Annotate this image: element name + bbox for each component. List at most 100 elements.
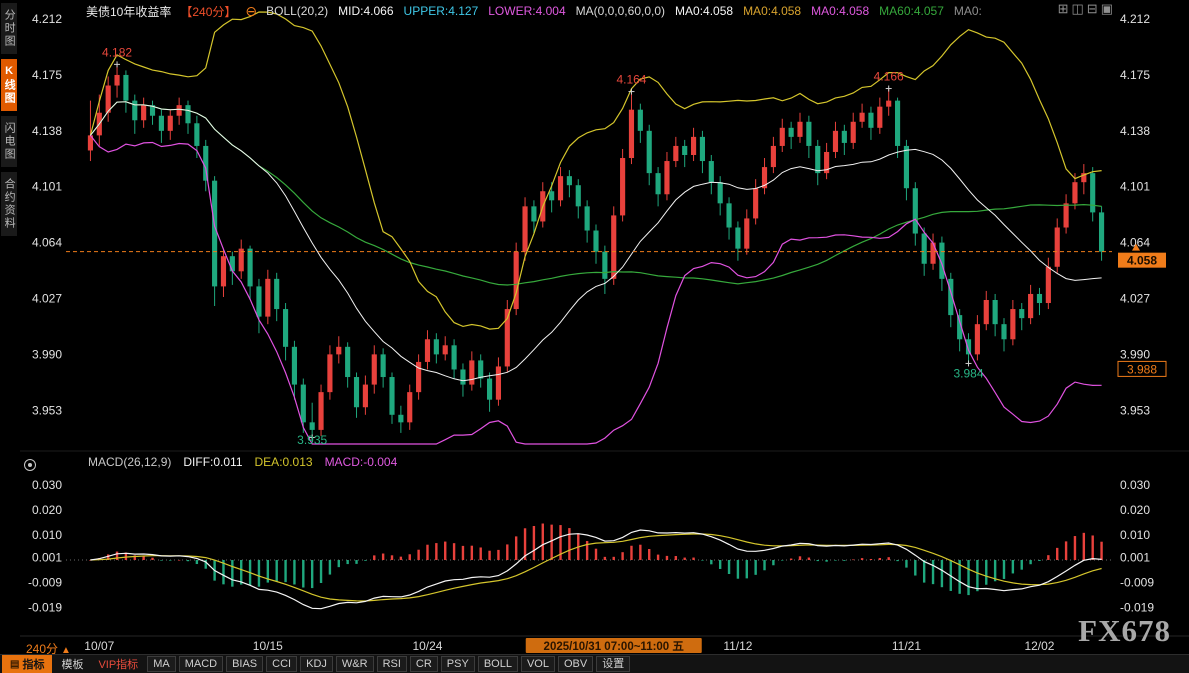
macd-histogram-bar [435, 543, 437, 560]
macd-histogram-bar [790, 559, 792, 560]
toolbar-button-13[interactable]: VOL [521, 656, 555, 672]
macd-histogram-bar [240, 560, 242, 585]
y-axis-label-left: 4.064 [32, 236, 62, 250]
indicator-value-7: MA0:4.058 [811, 4, 869, 18]
macd-histogram-bar [879, 558, 881, 560]
macd-histogram-bar [284, 560, 286, 582]
candle-body [789, 128, 794, 137]
candle-body [381, 354, 386, 377]
toolbar-button-15[interactable]: 设置 [596, 656, 630, 672]
window-layout-buttons: ⊞◫⊟▣ [1058, 2, 1113, 15]
sidebar-tab-2[interactable]: 闪电图 [1, 116, 17, 167]
candle-body [842, 131, 847, 143]
candle-body [1010, 309, 1015, 339]
toolbar-button-14[interactable]: OBV [558, 656, 593, 672]
macd-histogram-bar [1029, 560, 1031, 564]
candle-body [664, 161, 669, 194]
sidebar-tab-0[interactable]: 分时图 [1, 3, 17, 54]
macd-histogram-bar [426, 545, 428, 560]
x-axis-label: 10/07 [84, 639, 114, 653]
macd-axis-label-right: 0.020 [1120, 503, 1150, 517]
candle-body [647, 131, 652, 173]
toolbar-button-6[interactable]: CCI [266, 656, 297, 672]
candle-body [877, 107, 882, 128]
macd-histogram-bar [116, 552, 118, 560]
toolbar-button-1[interactable]: 模板 [55, 655, 89, 673]
secondary-price-badge-text: 3.988 [1127, 362, 1157, 376]
indicator-value-6: MA0:4.058 [743, 4, 801, 18]
candle-body [744, 218, 749, 248]
candle-body [1019, 309, 1024, 318]
candle-body [469, 360, 474, 384]
candle-body [868, 113, 873, 128]
macd-histogram-bar [187, 560, 189, 561]
toolbar-button-11[interactable]: PSY [441, 656, 475, 672]
candle-body [310, 422, 315, 430]
indicator-readouts: BOLL(20,2)MID:4.066UPPER:4.127LOWER:4.00… [266, 4, 983, 18]
y-axis-label-right: 4.027 [1120, 291, 1150, 305]
candle-body [1037, 294, 1042, 303]
macd-value-2: DEA:0.013 [255, 455, 313, 469]
macd-histogram-bar [355, 560, 357, 564]
sidebar-tab-1[interactable]: K线图 [1, 59, 17, 111]
candle-body [691, 137, 696, 155]
layout-single-icon[interactable]: ▣ [1101, 2, 1113, 15]
macd-histogram-bar [338, 560, 340, 567]
layout-split-horizontal-icon[interactable]: ⊟ [1087, 2, 1098, 15]
toolbar-button-3[interactable]: MA [147, 656, 176, 672]
macd-histogram-bar [799, 556, 801, 560]
candle-body [718, 182, 723, 203]
macd-histogram-bar [843, 560, 845, 561]
macd-histogram-bar [382, 554, 384, 560]
macd-histogram-bar [497, 550, 499, 560]
macd-histogram-bar [772, 560, 774, 565]
indicator-value-4: MA(0,0,0,60,0,0) [576, 4, 665, 18]
y-axis-label-right: 4.138 [1120, 124, 1150, 138]
link-icon[interactable]: ⊖ [245, 3, 257, 20]
candle-body [496, 366, 501, 399]
candle-body [585, 206, 590, 230]
macd-histogram-bar [985, 560, 987, 585]
toolbar-button-7[interactable]: KDJ [300, 656, 333, 672]
macd-axis-label-left: 0.010 [32, 528, 62, 542]
layout-split-vertical-icon[interactable]: ◫ [1072, 2, 1084, 15]
macd-axis-label-right: 0.010 [1120, 528, 1150, 542]
toolbar-button-2[interactable]: VIP指标 [92, 655, 144, 673]
macd-histogram-bar [896, 560, 898, 561]
toolbar-button-4[interactable]: MACD [179, 656, 223, 672]
layout-grid-icon[interactable]: ⊞ [1058, 2, 1069, 15]
candle-body [895, 101, 900, 146]
chart-canvas[interactable]: 4.2124.2124.1754.1754.1384.1384.1014.101… [0, 0, 1189, 673]
toolbar-button-12[interactable]: BOLL [478, 656, 518, 672]
macd-histogram-bar [675, 556, 677, 560]
y-axis-label-right: 3.953 [1120, 403, 1150, 417]
candle-body [345, 347, 350, 377]
toolbar-button-9[interactable]: RSI [377, 656, 407, 672]
candle-body [248, 249, 253, 287]
macd-indicator-icon[interactable] [24, 459, 36, 471]
toolbar-button-10[interactable]: CR [410, 656, 438, 672]
macd-histogram-bar [817, 560, 819, 561]
y-axis-label-left: 4.138 [32, 124, 62, 138]
candle-body [274, 279, 279, 309]
sidebar-tab-3[interactable]: 合约资料 [1, 172, 17, 236]
toolbar-button-5[interactable]: BIAS [226, 656, 263, 672]
macd-histogram-bar [462, 546, 464, 560]
y-axis-label-right: 4.101 [1120, 180, 1150, 194]
candle-body [815, 146, 820, 173]
macd-histogram-bar [479, 547, 481, 560]
candle-body [1099, 212, 1104, 251]
candle-body [159, 116, 164, 131]
macd-histogram-bar [151, 558, 153, 560]
toolbar-button-0[interactable]: ▤指标 [2, 655, 52, 673]
toolbar-button-8[interactable]: W&R [336, 656, 374, 672]
y-axis-label-left: 3.953 [32, 403, 62, 417]
period-badge[interactable]: 【240分】 [180, 3, 236, 20]
macd-histogram-bar [160, 560, 162, 561]
macd-histogram-bar [905, 560, 907, 568]
candle-body [256, 286, 261, 316]
candle-body [132, 101, 137, 121]
macd-axis-label-left: -0.009 [28, 576, 62, 590]
x-axis-label: 11/12 [723, 639, 752, 653]
macd-histogram-bar [258, 560, 260, 587]
